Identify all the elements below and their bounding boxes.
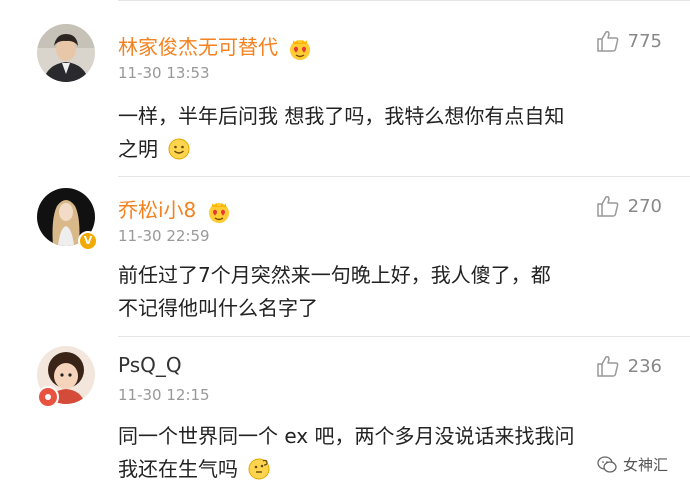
like-count: 270 bbox=[627, 195, 662, 217]
user-photo-avatar-icon bbox=[37, 24, 95, 82]
verified-badge-label: V bbox=[83, 234, 93, 247]
username-text[interactable]: 乔松i小8 bbox=[118, 198, 196, 222]
comment-body-line: 前任过了7个月突然来一句晚上好，我人傻了，都 bbox=[118, 263, 551, 287]
watermark: 女神汇 bbox=[597, 454, 668, 475]
comment-body-line: 一样，半年后问我 想我了吗，我特么想你有点自知 bbox=[118, 104, 565, 128]
like-count: 775 bbox=[627, 30, 662, 52]
smile-emoji-icon bbox=[168, 138, 190, 160]
avatar-badge bbox=[37, 386, 59, 408]
thinking-emoji-icon bbox=[248, 458, 270, 480]
comment-item: 林家俊杰无可替代 11-30 13:53 一样，半年后问我 想我了吗，我特么想你… bbox=[0, 0, 690, 176]
like-count: 236 bbox=[627, 355, 662, 377]
comment-body-line: 同一个世界同一个 ex 吧，两个多月没说话来找我问 bbox=[118, 424, 575, 448]
comment-body-text: 之明 bbox=[118, 137, 158, 161]
comment-feed: 林家俊杰无可替代 11-30 13:53 一样，半年后问我 想我了吗，我特么想你… bbox=[0, 0, 690, 489]
comment-body-text: 我还在生气吗 bbox=[118, 457, 238, 481]
comment-body-line: 之明 bbox=[118, 133, 190, 162]
username[interactable]: 林家俊杰无可替代 bbox=[118, 31, 312, 60]
timestamp: 11-30 12:15 bbox=[118, 386, 210, 404]
timestamp: 11-30 13:53 bbox=[118, 64, 210, 82]
thumbs-up-icon bbox=[596, 31, 618, 52]
timestamp: 11-30 22:59 bbox=[118, 227, 210, 245]
comment-item: PsQ_Q 11-30 12:15 同一个世界同一个 ex 吧，两个多月没说话来… bbox=[0, 336, 690, 489]
wechat-logo-icon bbox=[597, 455, 617, 473]
watermark-label: 女神汇 bbox=[622, 456, 668, 474]
like-button[interactable]: 236 bbox=[596, 355, 662, 377]
comment-body-line: 我还在生气吗 bbox=[118, 453, 270, 482]
comment-body-line: 不记得他叫什么名字了 bbox=[118, 296, 318, 320]
verified-badge: V bbox=[78, 231, 98, 251]
username[interactable]: PsQ_Q bbox=[118, 353, 182, 377]
flower-icon bbox=[45, 394, 51, 400]
thumbs-up-icon bbox=[596, 356, 618, 377]
heart-eyes-emoji-icon bbox=[290, 39, 311, 60]
comment-item: V 乔松i小8 11-30 22:59 前任过了7个月突然来一句晚上好，我人傻了… bbox=[0, 176, 690, 336]
avatar[interactable] bbox=[37, 24, 95, 82]
like-button[interactable]: 270 bbox=[596, 195, 662, 217]
username-text[interactable]: 林家俊杰无可替代 bbox=[118, 35, 278, 59]
thumbs-up-icon bbox=[596, 196, 618, 217]
like-button[interactable]: 775 bbox=[596, 30, 662, 52]
username[interactable]: 乔松i小8 bbox=[118, 194, 231, 223]
heart-eyes-emoji-icon bbox=[208, 202, 229, 223]
